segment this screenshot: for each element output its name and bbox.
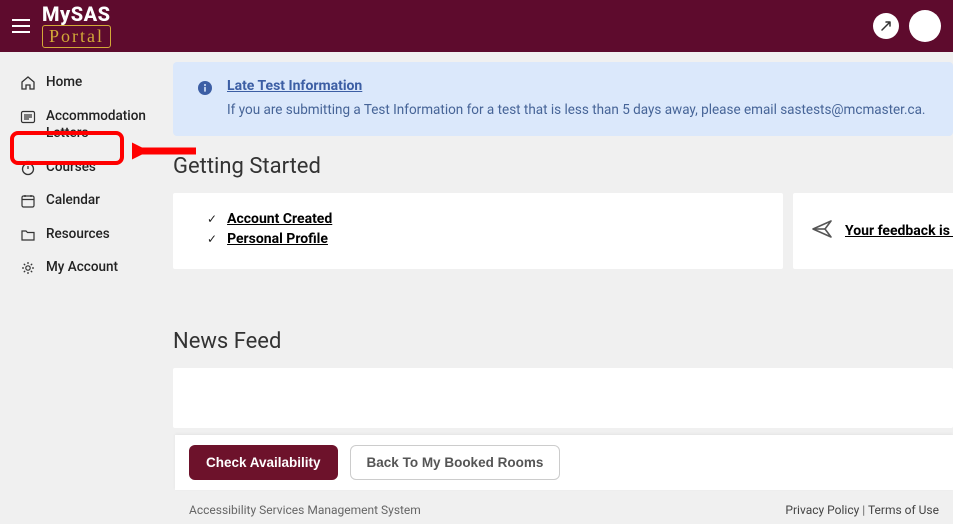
nav-courses-label: Courses [46,159,96,177]
top-bar: MySAS Portal [0,0,953,52]
check-icon: ✓ [207,232,217,246]
user-avatar[interactable] [909,10,941,42]
news-feed-card [173,368,953,428]
footer-right: Privacy Policy | Terms of Use [785,503,939,517]
top-bar-left: MySAS Portal [12,4,111,48]
letters-icon [20,109,36,125]
alert-banner: Late Test Information If you are submitt… [173,62,953,136]
news-feed-title: News Feed [173,329,953,354]
nav-my-account[interactable]: My Account [14,251,157,285]
expand-button[interactable] [873,13,899,39]
home-icon [20,75,36,91]
nav-resources-label: Resources [46,226,110,244]
account-created-link[interactable]: Account Created [227,211,332,227]
top-bar-right [873,10,941,42]
footer: Accessibility Services Management System… [175,496,953,524]
expand-icon [880,20,892,32]
nav-home-label: Home [46,74,82,92]
calendar-icon [20,193,36,209]
alert-title-link[interactable]: Late Test Information [227,78,929,94]
feedback-card: Your feedback is welc [793,193,953,269]
nav-accommodation-letters-label: Accommodation Letters [46,108,151,143]
alert-content: Late Test Information If you are submitt… [227,78,929,120]
getting-started-list: ✓ Account Created ✓ Personal Profile [197,211,759,247]
send-icon [811,218,833,244]
floating-action-bar: Check Availability Back To My Booked Roo… [175,435,953,490]
nav-my-account-label: My Account [46,259,118,277]
terms-of-use-link[interactable]: Terms of Use [868,503,939,517]
check-icon: ✓ [207,212,217,226]
privacy-policy-link[interactable]: Privacy Policy [785,503,859,517]
nav-accommodation-letters[interactable]: Accommodation Letters [14,100,157,151]
hamburger-menu-button[interactable] [12,14,30,38]
getting-started-title: Getting Started [173,154,953,179]
list-item: ✓ Account Created [207,211,759,227]
sidebar-nav: Home Accommodation Letters Courses Calen… [0,52,165,524]
nav-calendar[interactable]: Calendar [14,184,157,218]
list-item: ✓ Personal Profile [207,231,759,247]
logo-line2: Portal [42,25,111,48]
nav-home[interactable]: Home [14,66,157,100]
nav-resources[interactable]: Resources [14,218,157,252]
gear-icon [20,260,36,276]
logo[interactable]: MySAS Portal [42,4,111,48]
nav-courses[interactable]: Courses [14,151,157,185]
stopwatch-icon [20,160,36,176]
footer-left-text: Accessibility Services Management System [189,503,421,517]
hamburger-icon [12,19,30,33]
back-to-booked-rooms-button[interactable]: Back To My Booked Rooms [350,445,561,480]
cards-row: ✓ Account Created ✓ Personal Profile You… [173,193,953,269]
nav-calendar-label: Calendar [46,192,100,210]
logo-line1: MySAS [42,4,111,24]
check-availability-button[interactable]: Check Availability [189,445,338,480]
personal-profile-link[interactable]: Personal Profile [227,231,328,247]
folder-icon [20,227,36,243]
info-icon [197,80,213,100]
getting-started-card: ✓ Account Created ✓ Personal Profile [173,193,783,269]
feedback-link[interactable]: Your feedback is welc [845,223,953,239]
alert-body-text: If you are submitting a Test Information… [227,100,929,120]
